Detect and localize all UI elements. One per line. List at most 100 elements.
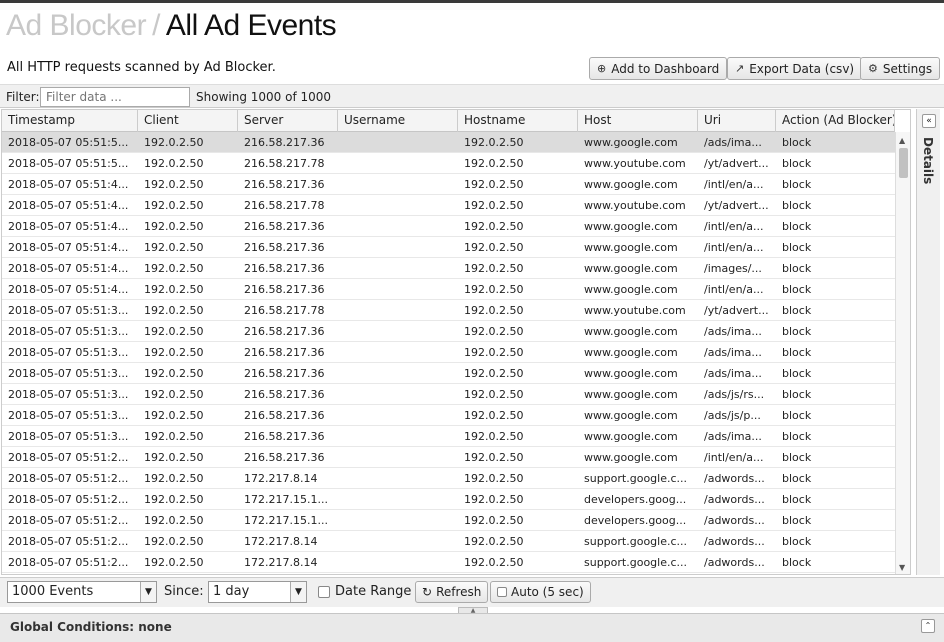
cell-uri: /adwords... [704, 535, 765, 548]
cell-client: 192.0.2.50 [144, 304, 204, 317]
cell-client: 192.0.2.50 [144, 241, 204, 254]
since-select[interactable]: 1 day ▼ [208, 581, 307, 603]
cell-action: block [782, 367, 812, 380]
column-header-client[interactable]: Client [138, 110, 238, 132]
column-header-timestamp[interactable]: Timestamp [2, 110, 138, 132]
cell-host: support.google.c... [584, 472, 688, 485]
cell-timestamp: 2018-05-07 05:51:3... [8, 367, 129, 380]
cell-client: 192.0.2.50 [144, 136, 204, 149]
date-range-checkbox[interactable] [318, 586, 330, 598]
add-to-dashboard-button[interactable]: ⊕ Add to Dashboard [589, 57, 728, 80]
cell-username [338, 468, 458, 489]
cell-client: 192.0.2.50 [144, 325, 204, 338]
settings-button[interactable]: ⚙ Settings [860, 57, 941, 80]
cell-host: www.google.com [584, 388, 678, 401]
table-row[interactable]: 2018-05-07 05:51:4... 192.0.2.50 216.58.21… [2, 195, 895, 216]
table-row[interactable]: 2018-05-07 05:51:4... 192.0.2.50 216.58.21… [2, 258, 895, 279]
global-conditions-bar[interactable]: Global Conditions: none ⌃ [0, 613, 944, 642]
page-subtitle: All HTTP requests scanned by Ad Blocker. [7, 60, 276, 75]
auto-refresh-checkbox[interactable] [497, 587, 507, 597]
cell-uri: /ads/ima... [704, 367, 762, 380]
cell-host: support.google.c... [584, 556, 688, 569]
cell-username [338, 342, 458, 363]
column-header-server[interactable]: Server [238, 110, 338, 132]
date-range-label[interactable]: Date Range [335, 584, 411, 599]
scrollbar-thumb[interactable] [899, 148, 908, 178]
cell-action: block [782, 472, 812, 485]
cell-timestamp: 2018-05-07 05:51:3... [8, 430, 129, 443]
column-header-host[interactable]: Host [578, 110, 698, 132]
table-row[interactable]: 2018-05-07 05:51:4... 192.0.2.50 216.58.21… [2, 174, 895, 195]
breadcrumb-current: All Ad Events [165, 9, 337, 42]
scroll-down-icon[interactable]: ▼ [899, 563, 905, 572]
cell-timestamp: 2018-05-07 05:51:4... [8, 241, 129, 254]
cell-username [338, 384, 458, 405]
column-header-uri[interactable]: Uri [698, 110, 776, 132]
filter-label: Filter: [6, 90, 40, 104]
cell-action: block [782, 241, 812, 254]
cell-host: www.google.com [584, 220, 678, 233]
cell-action: block [782, 325, 812, 338]
cell-host: www.google.com [584, 367, 678, 380]
chevron-double-left-icon[interactable]: « [922, 114, 936, 128]
table-row[interactable]: 2018-05-07 05:51:2... 192.0.2.50 216.58.21… [2, 447, 895, 468]
cell-hostname: 192.0.2.50 [464, 514, 524, 527]
details-panel[interactable]: « Details [916, 109, 940, 575]
cell-server: 216.58.217.36 [244, 367, 325, 380]
table-row[interactable]: 2018-05-07 05:51:3... 192.0.2.50 216.58.21… [2, 363, 895, 384]
table-row[interactable]: 2018-05-07 05:51:4... 192.0.2.50 216.58.21… [2, 279, 895, 300]
refresh-button[interactable]: ↻ Refresh [415, 581, 489, 603]
table-row[interactable]: 2018-05-07 05:51:5... 192.0.2.50 216.58.21… [2, 153, 895, 174]
cell-username [338, 237, 458, 258]
table-row[interactable]: 2018-05-07 05:51:3... 192.0.2.50 216.58.21… [2, 426, 895, 447]
chevron-double-up-icon[interactable]: ⌃ [921, 619, 935, 633]
cell-client: 192.0.2.50 [144, 430, 204, 443]
table-row[interactable]: 2018-05-07 05:51:4... 192.0.2.50 216.58.21… [2, 216, 895, 237]
breadcrumb-parent[interactable]: Ad Blocker [6, 9, 147, 42]
cell-username [338, 300, 458, 321]
auto-refresh-toggle[interactable]: Auto (5 sec) [490, 581, 591, 603]
cell-hostname: 192.0.2.50 [464, 430, 524, 443]
column-header-hostname[interactable]: Hostname [458, 110, 578, 132]
cell-server: 216.58.217.36 [244, 430, 325, 443]
cell-hostname: 192.0.2.50 [464, 157, 524, 170]
cell-uri: /ads/ima... [704, 136, 762, 149]
chevron-down-icon: ▼ [140, 582, 156, 602]
table-row[interactable]: 2018-05-07 05:51:3... 192.0.2.50 216.58.21… [2, 405, 895, 426]
table-row[interactable]: 2018-05-07 05:51:2... 192.0.2.50 172.217.1… [2, 489, 895, 510]
cell-timestamp: 2018-05-07 05:51:3... [8, 346, 129, 359]
cell-client: 192.0.2.50 [144, 535, 204, 548]
cell-hostname: 192.0.2.50 [464, 136, 524, 149]
table-row[interactable]: 2018-05-07 05:51:2... 192.0.2.50 172.217.1… [2, 510, 895, 531]
table-row[interactable]: 2018-05-07 05:51:5... 192.0.2.50 216.58.21… [2, 132, 895, 153]
cell-client: 192.0.2.50 [144, 262, 204, 275]
cell-timestamp: 2018-05-07 05:51:4... [8, 262, 129, 275]
table-row[interactable]: 2018-05-07 05:51:2... 192.0.2.50 172.217.8… [2, 468, 895, 489]
column-header-username[interactable]: Username [338, 110, 458, 132]
filter-input[interactable] [40, 87, 190, 107]
column-header-action[interactable]: Action (Ad Blocker) [776, 110, 895, 132]
table-row[interactable]: 2018-05-07 05:51:2... 192.0.2.50 172.217.8… [2, 552, 895, 573]
scroll-up-icon[interactable]: ▲ [899, 136, 905, 145]
vertical-scrollbar[interactable]: ▲ ▼ [895, 132, 910, 574]
cell-server: 216.58.217.36 [244, 136, 325, 149]
table-row[interactable]: 2018-05-07 05:51:2... 192.0.2.50 172.217.8… [2, 531, 895, 552]
cell-timestamp: 2018-05-07 05:51:3... [8, 304, 129, 317]
since-label: Since: [164, 584, 204, 599]
cell-action: block [782, 409, 812, 422]
cell-username [338, 258, 458, 279]
table-row[interactable]: 2018-05-07 05:51:3... 192.0.2.50 216.58.21… [2, 342, 895, 363]
table-row[interactable]: 2018-05-07 05:51:4... 192.0.2.50 216.58.21… [2, 237, 895, 258]
cell-uri: /intl/en/a... [704, 220, 764, 233]
cell-server: 216.58.217.36 [244, 262, 325, 275]
cell-uri: /adwords... [704, 493, 765, 506]
cell-host: www.google.com [584, 451, 678, 464]
cell-username [338, 132, 458, 153]
table-row[interactable]: 2018-05-07 05:51:3... 192.0.2.50 216.58.21… [2, 300, 895, 321]
events-limit-select[interactable]: 1000 Events ▼ [7, 581, 157, 603]
export-data-button[interactable]: ↗ Export Data (csv) [727, 57, 863, 80]
table-row[interactable]: 2018-05-07 05:51:3... 192.0.2.50 216.58.21… [2, 384, 895, 405]
table-row[interactable]: 2018-05-07 05:51:3... 192.0.2.50 216.58.21… [2, 321, 895, 342]
cell-client: 192.0.2.50 [144, 451, 204, 464]
cell-uri: /yt/advert... [704, 304, 769, 317]
